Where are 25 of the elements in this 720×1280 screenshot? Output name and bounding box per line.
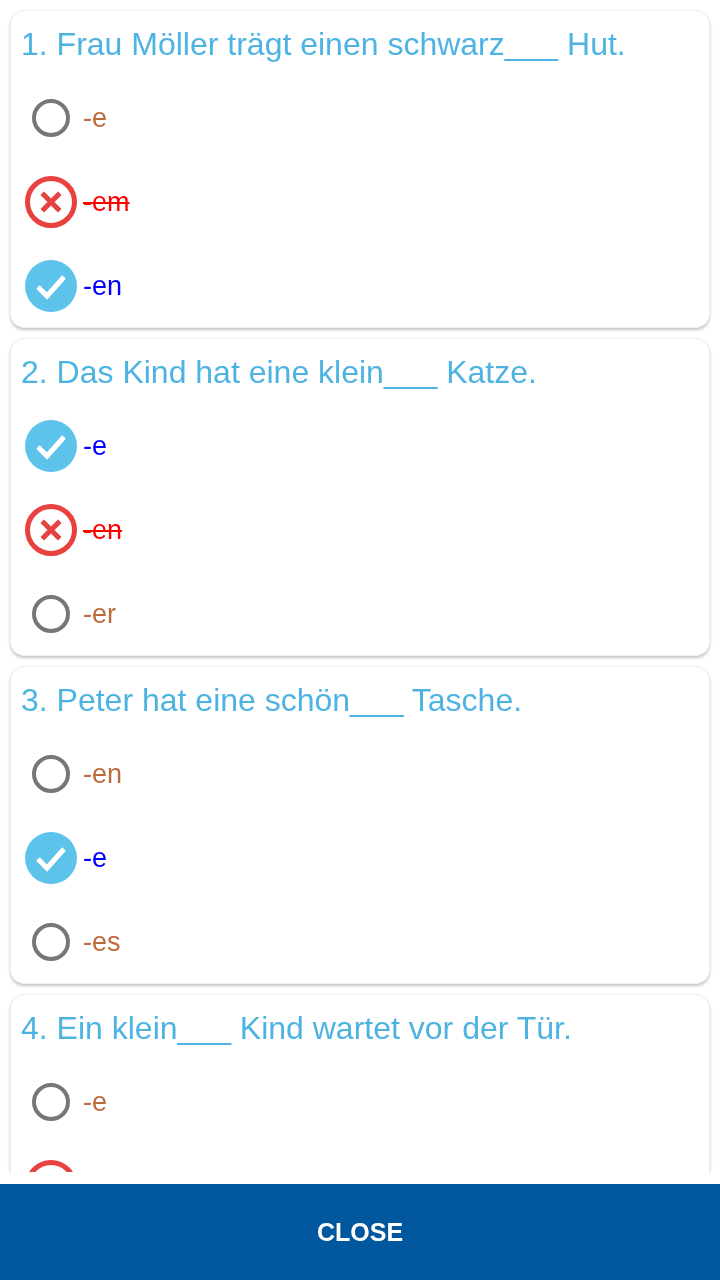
- question-text: 1. Frau Möller trägt einen schwarz___ Hut.: [20, 25, 627, 64]
- cross-circle-icon: [25, 504, 77, 556]
- answer-option[interactable]: -e: [25, 832, 107, 884]
- answer-option[interactable]: -en: [25, 260, 123, 312]
- radio-icon: [32, 1083, 70, 1121]
- radio-icon: [32, 99, 70, 137]
- check-circle-icon: [25, 420, 77, 472]
- answer-option[interactable]: -es: [25, 923, 121, 961]
- cross-circle-icon: [25, 176, 77, 228]
- close-button[interactable]: CLOSE: [0, 1184, 720, 1280]
- check-circle-icon: [25, 832, 77, 884]
- answer-option[interactable]: -e: [25, 420, 107, 472]
- answer-option[interactable]: -en: [25, 504, 123, 556]
- question-text: 3. Peter hat eine schön___ Tasche.: [20, 681, 524, 720]
- answer-option[interactable]: -er: [25, 595, 116, 633]
- check-circle-icon: [25, 260, 77, 312]
- answer-option[interactable]: -e: [25, 99, 107, 137]
- answer-option[interactable]: -en: [25, 755, 123, 793]
- question-text: 4. Ein klein___ Kind wartet vor der Tür.: [20, 1009, 573, 1048]
- question-text: 2. Das Kind hat eine klein___ Katze.: [20, 353, 538, 392]
- answer-option[interactable]: -em: [25, 176, 130, 228]
- answer-option[interactable]: -e: [25, 1083, 107, 1121]
- radio-icon: [32, 595, 70, 633]
- radio-icon: [32, 755, 70, 793]
- radio-icon: [32, 923, 70, 961]
